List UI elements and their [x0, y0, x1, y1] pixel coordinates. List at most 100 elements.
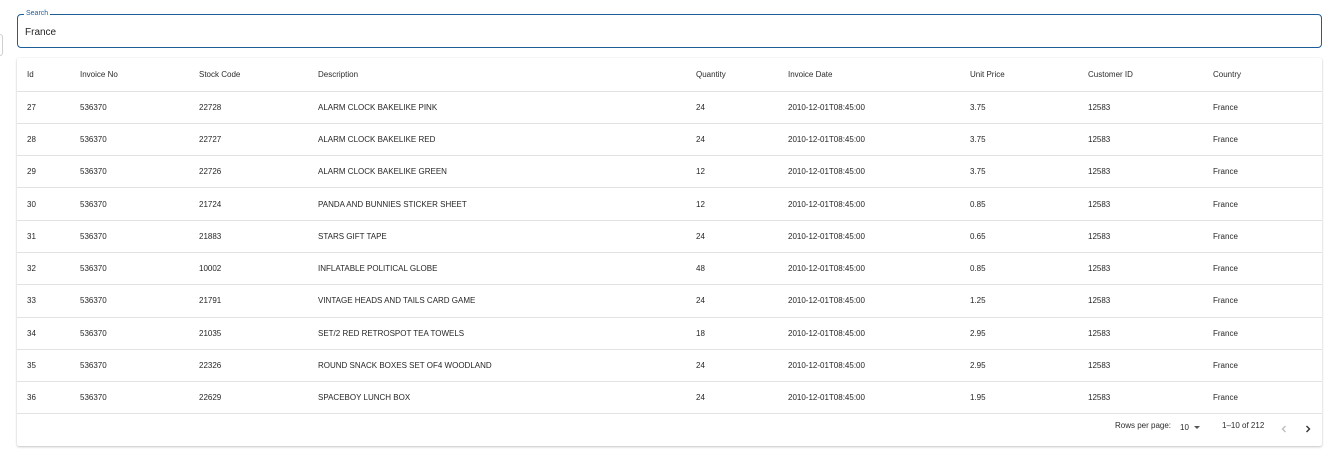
cell-description: INFLATABLE POLITICAL GLOBE [308, 252, 686, 286]
chevron-left-icon [1281, 425, 1286, 433]
cell-customer-id: 12583 [1078, 381, 1203, 415]
cell-id: 30 [17, 187, 70, 221]
cell-quantity: 24 [686, 91, 778, 124]
cell-country: France [1203, 91, 1322, 124]
cell-customer-id: 12583 [1078, 91, 1203, 124]
cell-description: PANDA AND BUNNIES STICKER SHEET [308, 187, 686, 221]
table-row[interactable]: 36 536370 22629 SPACEBOY LUNCH BOX 24 2010-12… [17, 381, 1322, 415]
cell-invoice-date: 2010-12-01T08:45:00 [778, 252, 960, 286]
cell-description: ALARM CLOCK BAKELIKE GREEN [308, 155, 686, 189]
cell-unit-price: 1.95 [960, 381, 1078, 415]
cell-id: 36 [17, 381, 70, 415]
cell-invoice-no: 536370 [70, 155, 189, 189]
cell-quantity: 24 [686, 349, 778, 383]
cell-invoice-date: 2010-12-01T08:45:00 [778, 187, 960, 221]
data-table-card: Id Invoice No Stock Code Description Qua… [17, 58, 1322, 446]
cell-quantity: 12 [686, 155, 778, 189]
cell-country: France [1203, 252, 1322, 286]
next-page-button[interactable] [1300, 421, 1316, 437]
rows-per-page-select[interactable]: 10 [1180, 423, 1200, 432]
table-row[interactable]: 28 536370 22727 ALARM CLOCK BAKELIKE RED 24 2… [17, 123, 1322, 157]
cell-stock-code: 22728 [189, 91, 308, 124]
cell-country: France [1203, 284, 1322, 318]
cell-stock-code: 22727 [189, 123, 308, 157]
table-row[interactable]: 31 536370 21883 STARS GIFT TAPE 24 2010-12-01… [17, 220, 1322, 253]
cell-invoice-no: 536370 [70, 284, 189, 318]
table-row[interactable]: 35 536370 22326 ROUND SNACK BOXES SET OF4 W… [17, 349, 1322, 383]
column-header-unit-price[interactable]: Unit Price [960, 58, 1078, 92]
cell-unit-price: 2.95 [960, 317, 1078, 350]
table-body: 27 536370 22728 ALARM CLOCK BAKELIKE PINK 24… [17, 91, 1322, 415]
search-input[interactable] [25, 25, 1305, 39]
cell-id: 27 [17, 91, 70, 124]
cell-unit-price: 3.75 [960, 123, 1078, 157]
cell-invoice-date: 2010-12-01T08:45:00 [778, 381, 960, 415]
cell-unit-price: 0.85 [960, 252, 1078, 286]
cell-description: ROUND SNACK BOXES SET OF4 WOODLAND [308, 349, 686, 383]
previous-page-button[interactable] [1276, 421, 1292, 437]
column-header-quantity[interactable]: Quantity [686, 58, 778, 92]
cell-description: SPACEBOY LUNCH BOX [308, 381, 686, 415]
cell-unit-price: 0.65 [960, 220, 1078, 253]
cell-invoice-no: 536370 [70, 317, 189, 350]
table-row[interactable]: 30 536370 21724 PANDA AND BUNNIES STICKER S… [17, 187, 1322, 221]
table-header-row: Id Invoice No Stock Code Description Qua… [17, 58, 1322, 92]
column-header-country[interactable]: Country [1203, 58, 1322, 92]
cell-quantity: 24 [686, 381, 778, 415]
cell-quantity: 12 [686, 187, 778, 221]
table-pagination: Rows per page: 10 1–10 of 212 [17, 414, 1322, 446]
cell-country: France [1203, 381, 1322, 415]
cell-quantity: 48 [686, 252, 778, 286]
cell-id: 31 [17, 220, 70, 253]
cell-country: France [1203, 317, 1322, 350]
rows-per-page-value: 10 [1180, 423, 1189, 432]
cell-invoice-no: 536370 [70, 252, 189, 286]
cell-description: VINTAGE HEADS AND TAILS CARD GAME [308, 284, 686, 318]
cell-customer-id: 12583 [1078, 220, 1203, 253]
cell-stock-code: 21791 [189, 284, 308, 318]
chevron-right-icon [1306, 425, 1311, 433]
cell-stock-code: 21724 [189, 187, 308, 221]
table-row[interactable]: 27 536370 22728 ALARM CLOCK BAKELIKE PINK 24… [17, 91, 1322, 124]
cell-invoice-no: 536370 [70, 187, 189, 221]
column-header-invoice-no[interactable]: Invoice No [70, 58, 189, 92]
cell-customer-id: 12583 [1078, 123, 1203, 157]
pagination-range: 1–10 of 212 [1222, 421, 1265, 430]
cell-country: France [1203, 123, 1322, 157]
table-row[interactable]: 29 536370 22726 ALARM CLOCK BAKELIKE GREEN 1… [17, 155, 1322, 189]
cell-unit-price: 0.85 [960, 187, 1078, 221]
cell-stock-code: 10002 [189, 252, 308, 286]
search-field[interactable]: Search [17, 9, 1322, 48]
cell-customer-id: 12583 [1078, 252, 1203, 286]
cell-invoice-no: 536370 [70, 381, 189, 415]
cell-customer-id: 12583 [1078, 187, 1203, 221]
column-header-description[interactable]: Description [308, 58, 686, 92]
cell-quantity: 24 [686, 123, 778, 157]
search-label: Search [24, 9, 51, 19]
invoice-table: Id Invoice No Stock Code Description Qua… [17, 58, 1322, 415]
cell-invoice-no: 536370 [70, 91, 189, 124]
cell-invoice-date: 2010-12-01T08:45:00 [778, 220, 960, 253]
table-row[interactable]: 32 536370 10002 INFLATABLE POLITICAL GLOBE 4… [17, 252, 1322, 286]
column-header-id[interactable]: Id [17, 58, 70, 92]
cell-id: 28 [17, 123, 70, 157]
cell-quantity: 24 [686, 220, 778, 253]
cell-quantity: 18 [686, 317, 778, 350]
cell-customer-id: 12583 [1078, 317, 1203, 350]
cell-country: France [1203, 349, 1322, 383]
column-header-stock-code[interactable]: Stock Code [189, 58, 308, 92]
side-panel-handle[interactable] [0, 34, 3, 56]
column-header-customer-id[interactable]: Customer ID [1078, 58, 1203, 92]
column-header-invoice-date[interactable]: Invoice Date [778, 58, 960, 92]
cell-invoice-date: 2010-12-01T08:45:00 [778, 317, 960, 350]
cell-country: France [1203, 187, 1322, 221]
cell-stock-code: 22326 [189, 349, 308, 383]
rows-per-page-label: Rows per page: [1115, 421, 1172, 430]
cell-id: 32 [17, 252, 70, 286]
cell-quantity: 24 [686, 284, 778, 318]
cell-customer-id: 12583 [1078, 349, 1203, 383]
cell-description: ALARM CLOCK BAKELIKE PINK [308, 91, 686, 124]
table-row[interactable]: 34 536370 21035 SET/2 RED RETROSPOT TEA TOW… [17, 317, 1322, 350]
table-row[interactable]: 33 536370 21791 VINTAGE HEADS AND TAILS CAR… [17, 284, 1322, 318]
cell-stock-code: 21035 [189, 317, 308, 350]
